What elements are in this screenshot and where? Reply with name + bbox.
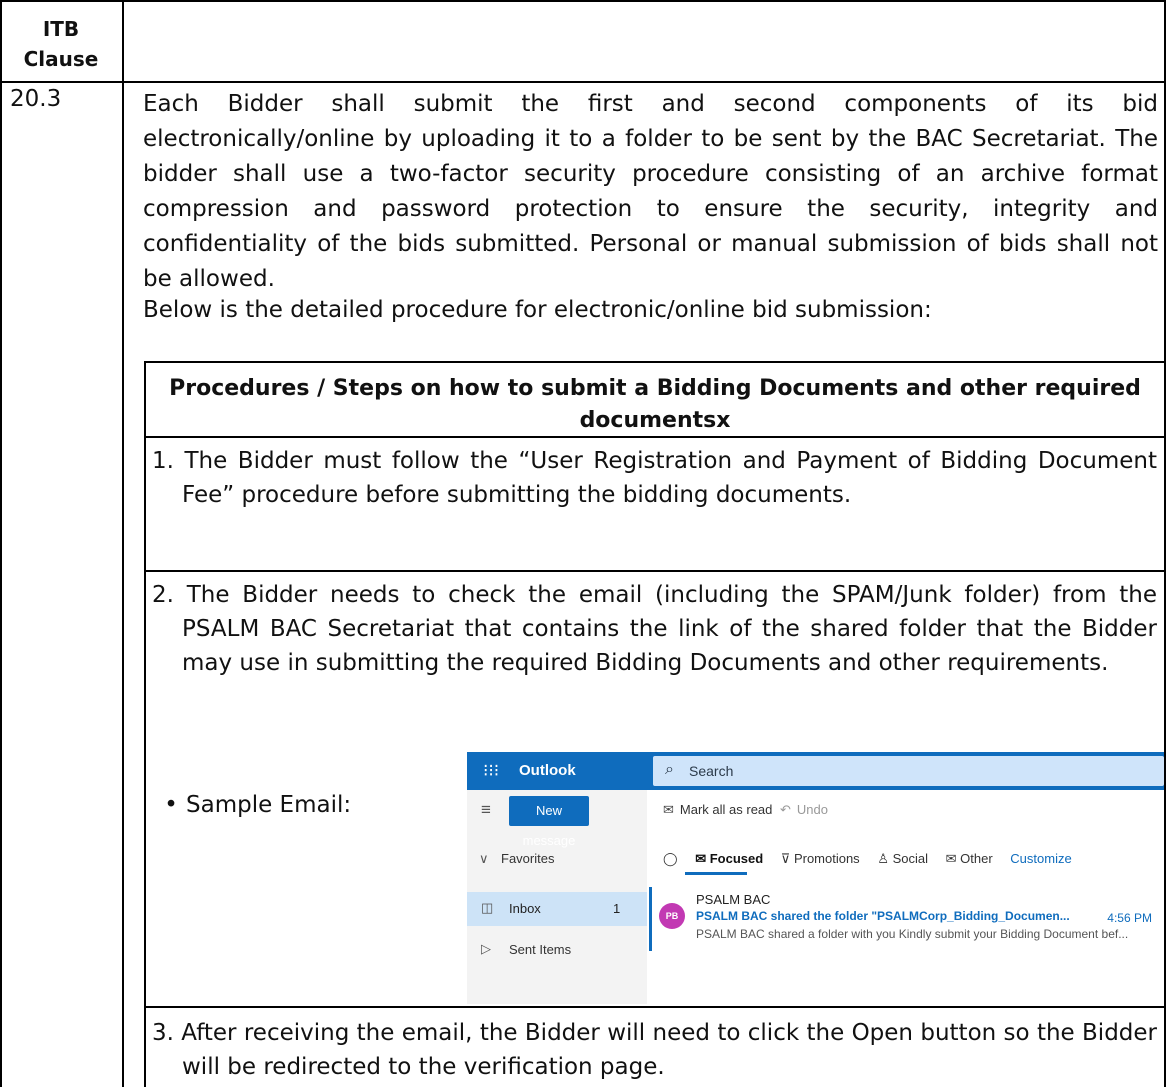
itb-clause-table: ITB Clause 20.3 Each Bidder shall submit… — [0, 0, 1166, 1087]
inner-table-top — [144, 361, 1166, 363]
sent-items-label: Sent Items — [509, 942, 572, 957]
outlook-screenshot: ⁝⁝⁝ Outlook ⌕ Search ≡ New message ∨ Favo… — [467, 752, 1164, 1004]
sample-email-text: Sample Email: — [186, 792, 352, 818]
sample-email-label: • Sample Email: — [156, 788, 351, 822]
tab-focused-label: Focused — [709, 851, 764, 866]
table-border-top — [0, 0, 1166, 2]
folder-inbox[interactable]: ◫ Inbox 1 — [467, 892, 647, 926]
header-clause: Clause — [23, 47, 99, 71]
focused-tab-indicator — [685, 872, 747, 875]
inner-row-divider-3 — [144, 1006, 1166, 1008]
undo-icon: ↶ — [780, 802, 791, 817]
clause-number: 20.3 — [10, 86, 62, 112]
tab-other[interactable]: ✉ Other — [946, 851, 993, 867]
message-preview: PSALM BAC shared a folder with you Kindl… — [696, 927, 1129, 941]
header-itb: ITB — [42, 17, 80, 41]
new-message-button[interactable]: New message — [509, 796, 589, 848]
tab-other-label: Other — [960, 851, 993, 866]
column-divider — [122, 0, 124, 1087]
procedures-title: Procedures / Steps on how to submit a Bi… — [169, 376, 1141, 433]
inbox-label: Inbox — [509, 901, 541, 916]
mark-all-read-label: Mark all as read — [679, 802, 773, 817]
search-icon: ⌕ — [665, 761, 674, 778]
envelope-open-icon: ✉ — [663, 802, 674, 817]
message-subject: PSALM BAC shared the folder "PSALMCorp_B… — [696, 909, 1070, 923]
inbox-icon: ◫ — [481, 900, 494, 915]
outlook-app-name: Outlook — [519, 762, 576, 779]
chevron-down-icon: ∨ — [479, 851, 489, 866]
message-time: 4:56 PM — [1107, 911, 1152, 925]
tab-social[interactable]: ♙ Social — [877, 851, 928, 867]
procedure-step-3: 3. After receiving the email, the Bidder… — [152, 1020, 1157, 1080]
tab-promotions[interactable]: ⊽ Promotions — [781, 851, 860, 867]
folder-sent-items[interactable]: ▷ Sent Items — [467, 935, 647, 965]
bullet-icon: • — [164, 792, 178, 818]
message-list-pane: ✉ Mark all as read ↶ Undo ◯ ✉ Focused ⊽ Pr… — [647, 790, 1164, 1004]
hamburger-menu-icon[interactable]: ≡ — [481, 800, 491, 820]
undo-button[interactable]: ↶ Undo — [780, 802, 828, 818]
favorites-group[interactable]: ∨ Favorites — [479, 851, 554, 867]
clause-paragraph-1: Each Bidder shall submit the first and s… — [143, 91, 1158, 292]
procedure-step-1: 1. The Bidder must follow the “User Regi… — [152, 448, 1157, 508]
clause-paragraph-2: Below is the detailed procedure for elec… — [143, 297, 932, 323]
outlook-topbar: ⁝⁝⁝ Outlook ⌕ Search — [467, 752, 1164, 790]
header-row-divider — [0, 81, 1166, 83]
send-icon: ▷ — [481, 941, 491, 956]
inner-row-divider-2 — [144, 570, 1166, 572]
header-itb-clause: ITB Clause — [3, 14, 119, 74]
search-box[interactable]: ⌕ Search — [653, 756, 1164, 786]
inbox-unread-count: 1 — [613, 901, 621, 916]
message-sender: PSALM BAC — [696, 892, 771, 907]
tab-social-label: Social — [892, 851, 929, 866]
folder-pane: ≡ New message ∨ Favorites ◫ Inbox 1 ▷ Sen… — [467, 790, 647, 1004]
inner-table-left — [144, 361, 146, 1087]
tab-promotions-label: Promotions — [793, 851, 860, 866]
procedure-step-2: 2. The Bidder needs to check the email (… — [152, 582, 1157, 676]
message-item[interactable]: PB PSALM BAC PSALM BAC shared the folder… — [649, 887, 1164, 951]
search-placeholder: Search — [689, 763, 734, 779]
avatar: PB — [659, 903, 685, 929]
app-launcher-icon[interactable]: ⁝⁝⁝ — [483, 761, 499, 781]
inbox-tabs: ◯ ✉ Focused ⊽ Promotions ♙ Social ✉ Othe… — [663, 851, 1086, 867]
undo-label: Undo — [796, 802, 828, 817]
tab-focused[interactable]: ✉ Focused — [695, 851, 763, 867]
customize-link[interactable]: Customize — [1010, 851, 1071, 866]
mark-all-read-button[interactable]: ✉ Mark all as read — [663, 802, 772, 818]
favorites-label: Favorites — [501, 851, 555, 866]
table-border-left — [0, 0, 2, 1087]
select-all-icon[interactable]: ◯ — [663, 851, 678, 867]
